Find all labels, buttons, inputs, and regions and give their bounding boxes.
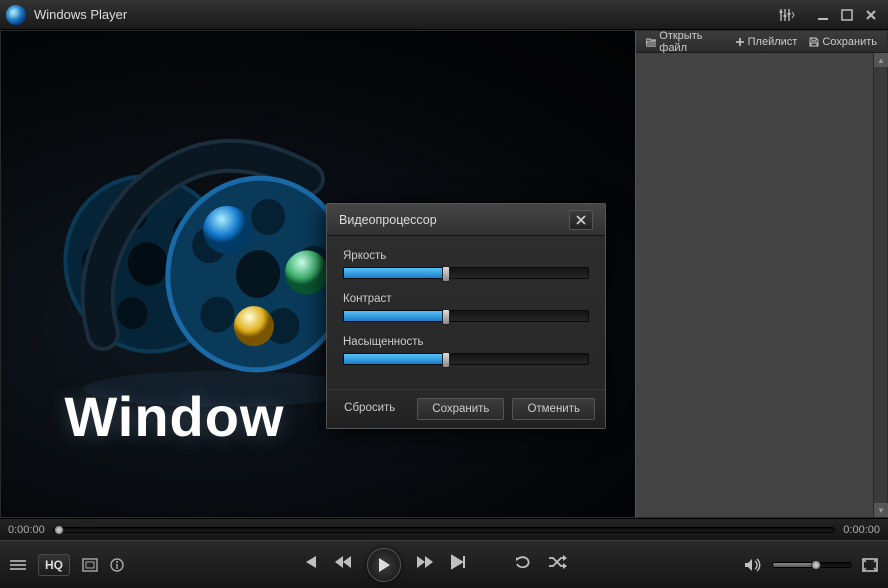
minimize-button[interactable] — [812, 6, 834, 24]
crop-icon[interactable] — [82, 558, 98, 572]
control-bar: HQ — [0, 540, 888, 588]
menu-icon[interactable] — [10, 559, 26, 571]
titlebar: Windows Player — [0, 0, 888, 30]
time-total: 0:00:00 — [843, 524, 880, 536]
app-title: Windows Player — [34, 7, 776, 22]
video-area[interactable]: Window Видеопроцессор Яркость Контра — [1, 31, 635, 517]
shuffle-button[interactable] — [547, 554, 567, 575]
save-button[interactable]: Сохранить — [417, 398, 504, 420]
contrast-slider[interactable] — [343, 310, 589, 322]
time-elapsed: 0:00:00 — [8, 524, 45, 536]
close-button[interactable] — [860, 6, 882, 24]
save-icon — [809, 37, 819, 47]
dialog-close-button[interactable] — [569, 210, 593, 230]
play-button[interactable] — [367, 548, 401, 582]
info-icon[interactable] — [110, 558, 124, 572]
seekbar: 0:00:00 0:00:00 — [0, 518, 888, 540]
brightness-row: Яркость — [343, 250, 589, 279]
playlist-toolbar: Открыть файл Плейлист Сохранить — [636, 31, 887, 53]
reset-button[interactable]: Сбросить — [330, 398, 409, 420]
dialog-title: Видеопроцессор — [339, 213, 569, 227]
fullscreen-button[interactable] — [862, 558, 878, 572]
scrollbar[interactable]: ▲ ▼ — [873, 53, 887, 517]
folder-open-icon — [646, 37, 656, 47]
repeat-button[interactable] — [515, 554, 533, 575]
saturation-label: Насыщенность — [343, 336, 589, 348]
brightness-slider[interactable] — [343, 267, 589, 279]
scroll-up-button[interactable]: ▲ — [874, 53, 888, 67]
brand-text: Window — [64, 384, 284, 449]
main-area: Window Видеопроцессор Яркость Контра — [0, 30, 888, 518]
seek-slider[interactable] — [53, 527, 836, 533]
fast-forward-button[interactable] — [415, 554, 435, 575]
app-logo-icon — [6, 5, 26, 25]
volume-icon[interactable] — [744, 558, 762, 572]
prev-track-button[interactable] — [301, 554, 319, 575]
open-file-button[interactable]: Открыть файл — [642, 28, 727, 56]
contrast-label: Контраст — [343, 293, 589, 305]
playlist-button[interactable]: Плейлист — [731, 34, 802, 50]
cancel-button[interactable]: Отменить — [512, 398, 595, 420]
playlist-body[interactable]: ▲ ▼ — [636, 53, 887, 517]
dialog-titlebar[interactable]: Видеопроцессор — [327, 204, 605, 236]
maximize-button[interactable] — [836, 6, 858, 24]
equalizer-icon[interactable] — [776, 6, 798, 24]
scroll-down-button[interactable]: ▼ — [874, 503, 888, 517]
saturation-slider[interactable] — [343, 353, 589, 365]
rewind-button[interactable] — [333, 554, 353, 575]
playlist-save-button[interactable]: Сохранить — [805, 34, 881, 50]
video-processor-dialog: Видеопроцессор Яркость Контраст — [326, 203, 606, 429]
saturation-row: Насыщенность — [343, 336, 589, 365]
playlist-panel: Открыть файл Плейлист Сохранить ▲ ▼ — [635, 31, 887, 517]
volume-slider[interactable] — [772, 562, 852, 568]
hq-button[interactable]: HQ — [38, 554, 70, 576]
brightness-label: Яркость — [343, 250, 589, 262]
next-track-button[interactable] — [449, 554, 467, 575]
contrast-row: Контраст — [343, 293, 589, 322]
plus-icon — [735, 37, 745, 47]
